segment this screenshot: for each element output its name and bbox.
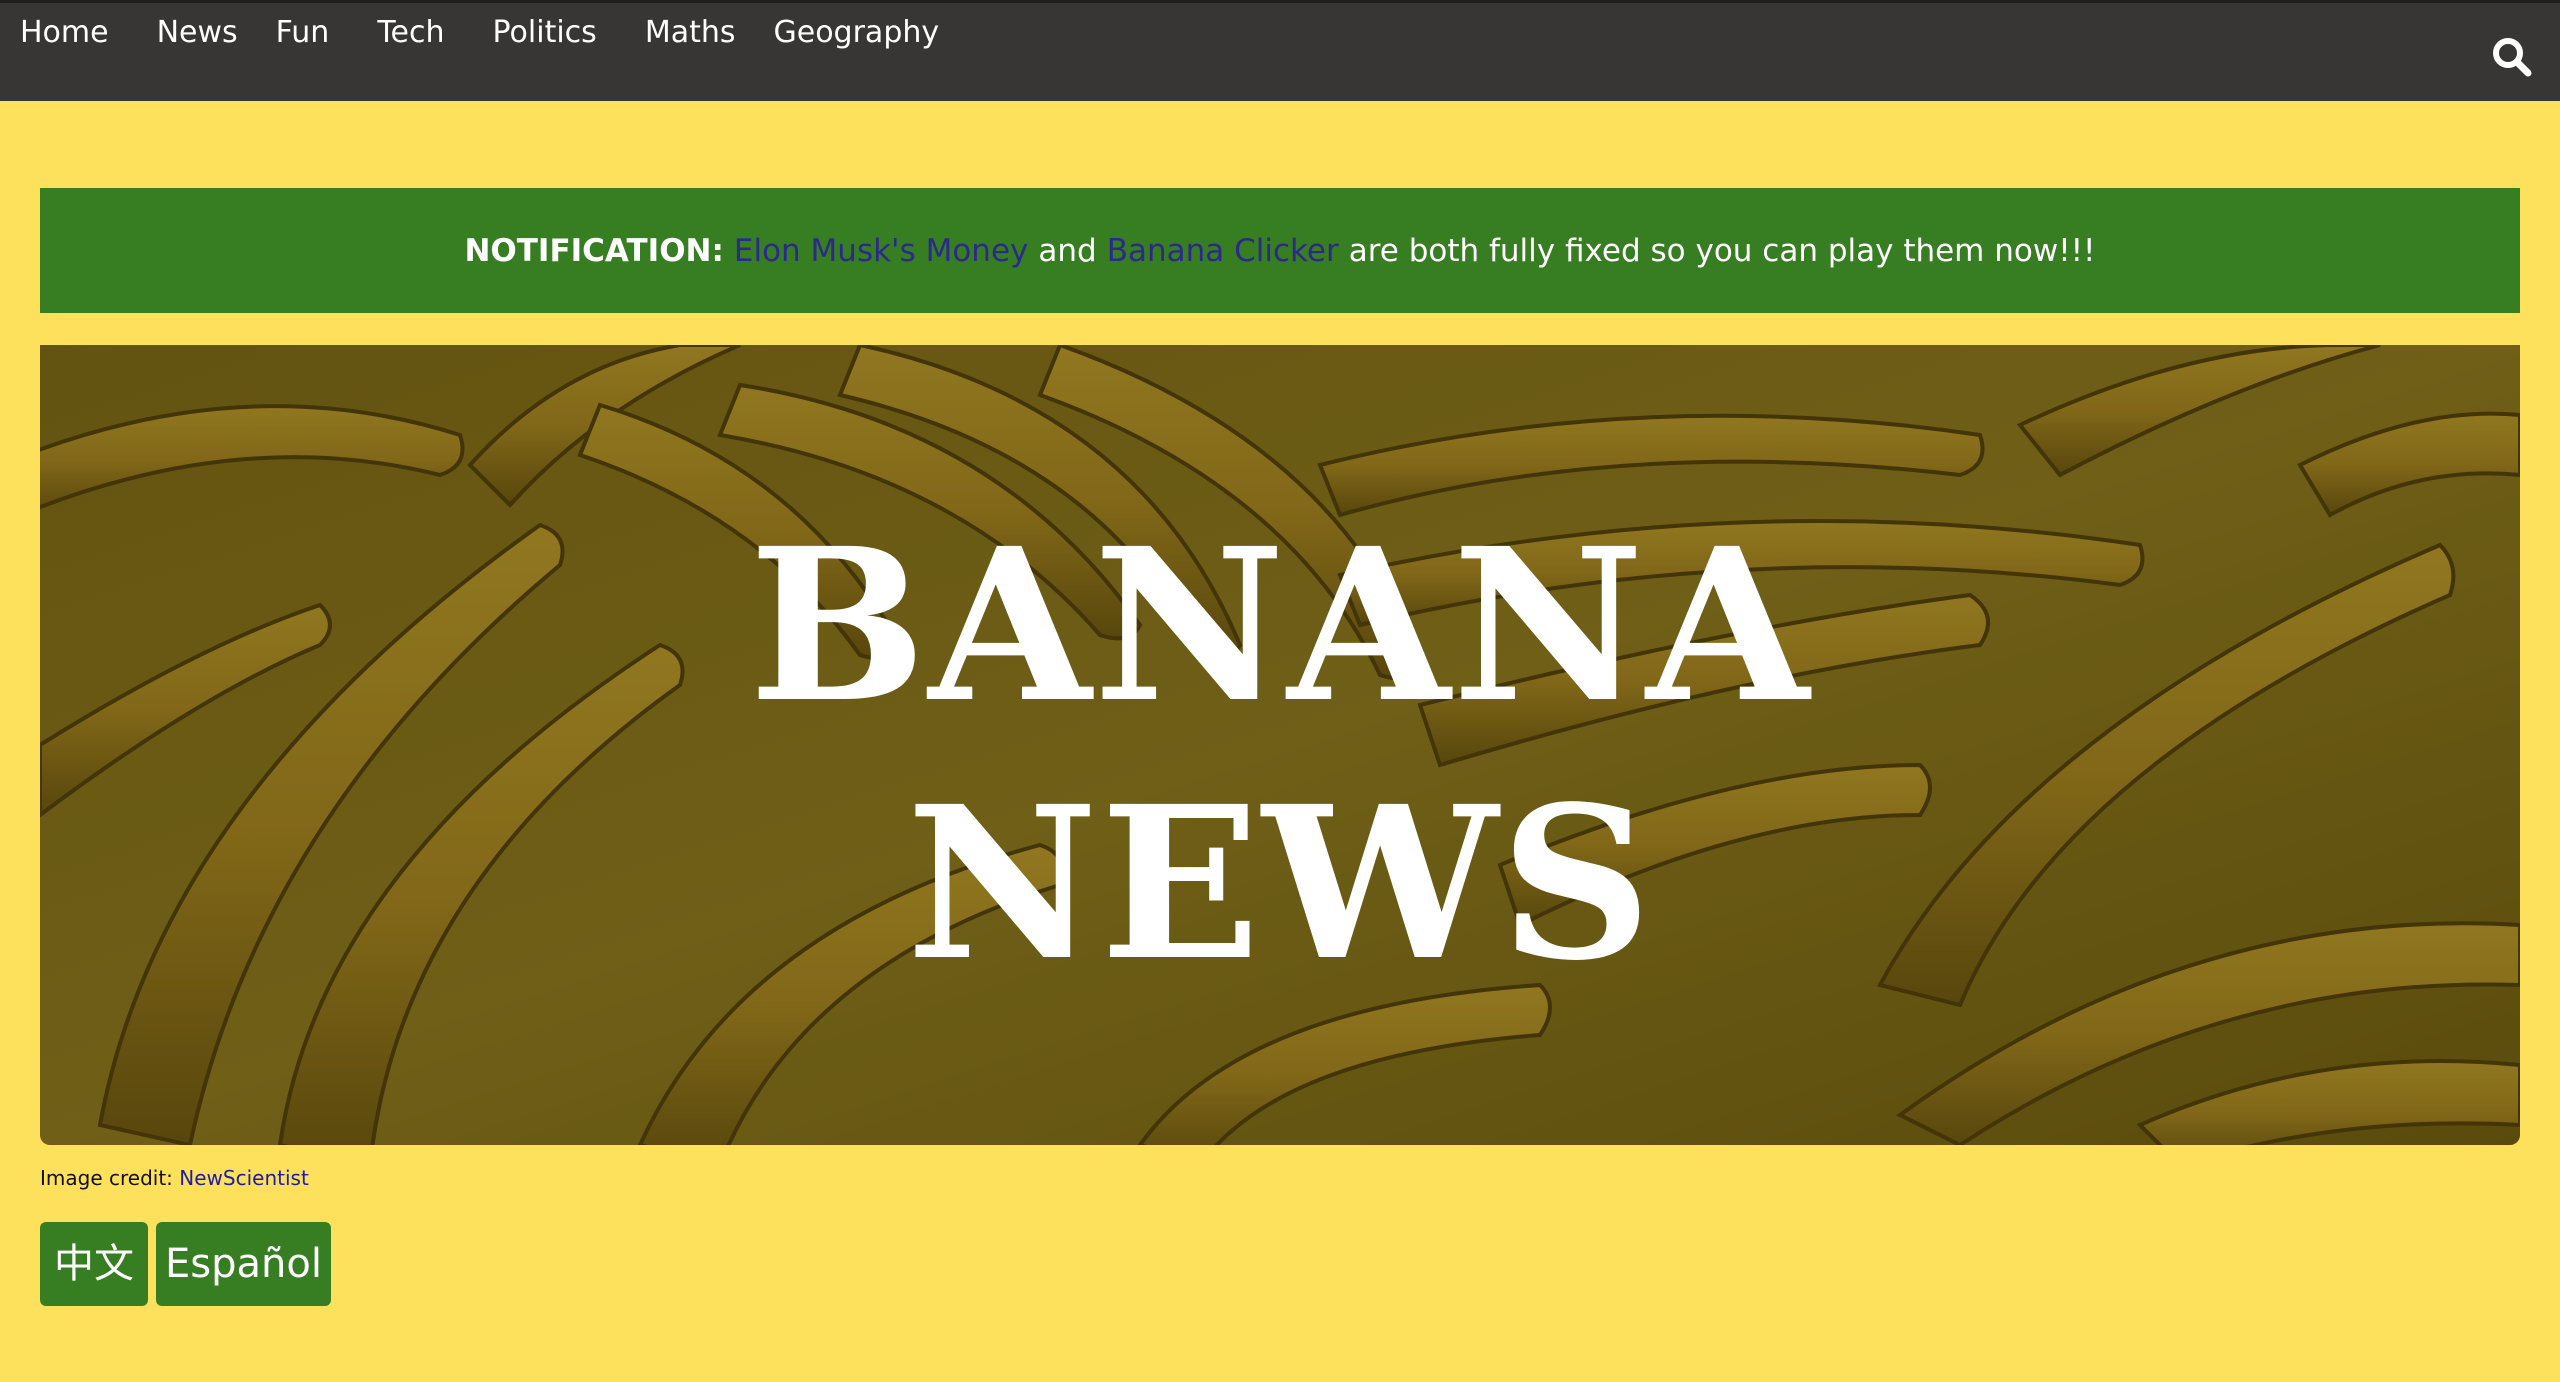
language-button-spanish[interactable]: Español xyxy=(156,1222,331,1306)
nav-maths[interactable]: Maths xyxy=(617,3,756,63)
nav-fun[interactable]: Fun xyxy=(258,3,350,63)
hero-title-line-1: BANANA xyxy=(748,502,1812,749)
nav-news[interactable]: News xyxy=(129,3,258,63)
language-button-chinese[interactable]: 中文 xyxy=(40,1222,148,1306)
nav-geography[interactable]: Geography xyxy=(756,3,960,63)
search-icon xyxy=(2493,38,2532,77)
search-button[interactable] xyxy=(2488,33,2536,81)
hero-title: BANANA NEWS xyxy=(40,345,2520,1145)
top-navigation-bar: Home News Fun Tech Politics Maths Geogra… xyxy=(0,0,2560,101)
notification-prefix: NOTIFICATION: xyxy=(464,232,724,269)
nav-politics[interactable]: Politics xyxy=(465,3,617,63)
main-nav: Home News Fun Tech Politics Maths Geogra… xyxy=(0,3,959,63)
hero-banner: BANANA NEWS xyxy=(40,345,2520,1145)
image-credit-label: Image credit: xyxy=(40,1166,173,1190)
banana-clicker-link[interactable]: Banana Clicker xyxy=(1107,233,1339,269)
nav-tech[interactable]: Tech xyxy=(349,3,464,63)
elon-musks-money-link[interactable]: Elon Musk's Money xyxy=(734,233,1028,269)
nav-home[interactable]: Home xyxy=(0,3,129,63)
hero-title-line-2: NEWS xyxy=(906,760,1654,1007)
notification-and: and xyxy=(1038,232,1097,269)
image-credit: Image credit: NewScientist xyxy=(40,1166,309,1190)
notification-suffix: are both fully fixed so you can play the… xyxy=(1348,232,2096,269)
notification-banner: NOTIFICATION: Elon Musk's Money and Bana… xyxy=(40,188,2520,313)
newscientist-link[interactable]: NewScientist xyxy=(179,1166,309,1190)
